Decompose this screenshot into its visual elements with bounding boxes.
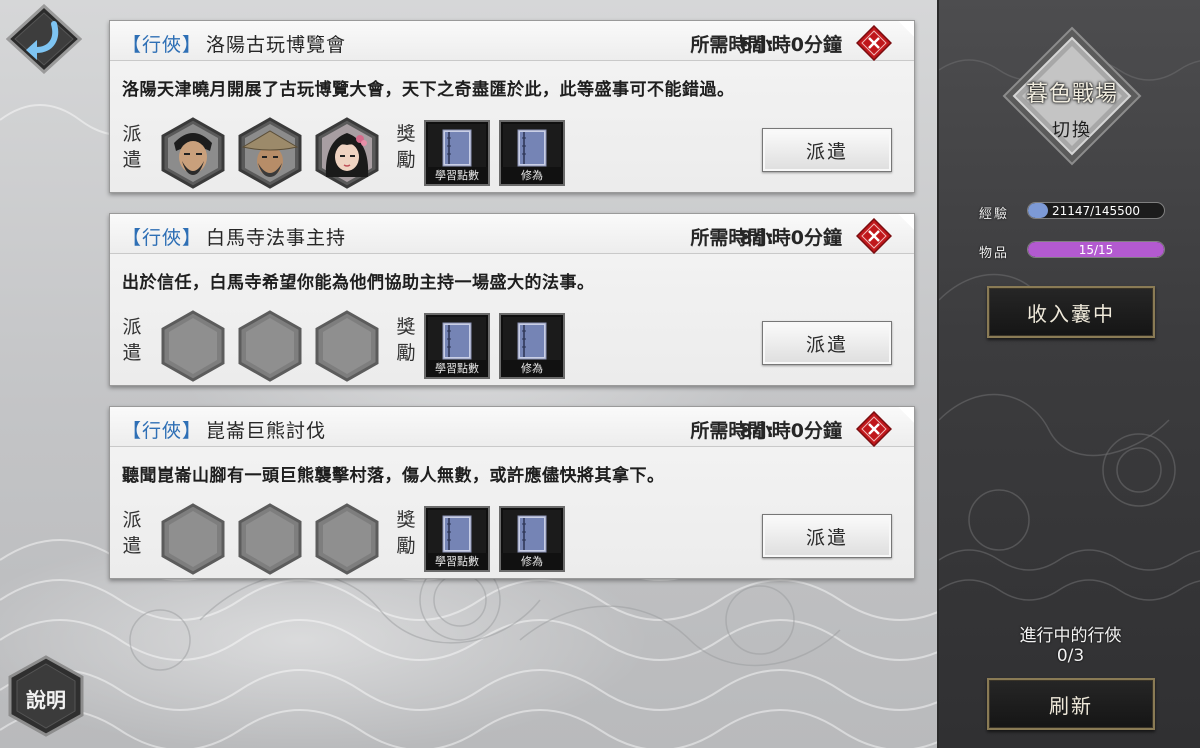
reward-caption: 學習點數 — [426, 167, 488, 184]
quest-card: 【行俠】 白馬寺法事主持 所需時間: 8小時0分鐘 出於信任，白馬寺希望你能為他… — [109, 213, 915, 386]
quest-header: 【行俠】 崑崙巨熊討伐 所需時間: 8小時0分鐘 — [110, 407, 914, 447]
reward-item[interactable]: 學習點數 — [424, 120, 490, 186]
mode-title: 暮色戰場 — [1025, 82, 1118, 107]
dispatch-label: 派遣 — [122, 509, 142, 557]
time-value: 6小時0分鐘 — [739, 34, 842, 56]
quest-title: 崑崙巨熊討伐 — [206, 420, 327, 442]
corner-decoration — [898, 407, 914, 423]
empty-slot[interactable] — [237, 310, 303, 382]
close-button[interactable] — [856, 411, 892, 447]
dispatch-button[interactable]: 派遣 — [762, 514, 892, 558]
empty-slot[interactable] — [160, 310, 226, 382]
reward-label: 獎勵 — [396, 316, 416, 364]
reward-caption: 修為 — [501, 553, 563, 570]
empty-slot[interactable] — [314, 503, 380, 575]
quest-tag: 【行俠】 — [122, 420, 203, 442]
collect-button[interactable]: 收入囊中 — [987, 286, 1155, 338]
reward-caption: 修為 — [501, 167, 563, 184]
empty-slot[interactable] — [314, 310, 380, 382]
help-label: 說明 — [26, 688, 66, 712]
time-value: 8小時0分鐘 — [739, 227, 842, 249]
slot-female-hero[interactable] — [314, 117, 380, 189]
close-button[interactable] — [856, 25, 892, 61]
quest-card: 【行俠】 崑崙巨熊討伐 所需時間: 8小時0分鐘 聽聞崑崙山腳有一頭巨熊襲擊村落… — [109, 406, 915, 579]
items-text: 15/15 — [1078, 243, 1114, 257]
back-button[interactable] — [6, 4, 82, 74]
corner-decoration — [898, 214, 914, 230]
reward-label: 獎勵 — [396, 123, 416, 171]
exp-label: 經驗 — [979, 207, 1010, 222]
dispatch-button[interactable]: 派遣 — [762, 128, 892, 172]
dispatch-label: 派遣 — [122, 123, 142, 171]
slot-straw-hat-elder[interactable] — [237, 117, 303, 189]
quest-card: 【行俠】 洛陽古玩博覽會 所需時間: 6小時0分鐘 洛陽天津曉月開展了古玩博覽大… — [109, 20, 915, 193]
help-button[interactable]: 說明 — [6, 654, 86, 738]
reward-item[interactable]: 修為 — [499, 313, 565, 379]
slot-bearded-swordsman[interactable] — [160, 117, 226, 189]
items-label: 物品 — [979, 246, 1010, 261]
quest-description: 出於信任，白馬寺希望你能為他們協助主持一場盛大的法事。 — [122, 273, 595, 293]
book-icon — [517, 322, 547, 360]
refresh-button[interactable]: 刷新 — [987, 678, 1155, 730]
dispatch-button[interactable]: 派遣 — [762, 321, 892, 365]
quest-description: 聽聞崑崙山腳有一頭巨熊襲擊村落，傷人無數，或許應儘快將其拿下。 — [122, 466, 665, 486]
exp-bar: 21147/145500 — [1027, 202, 1165, 219]
side-panel: 暮色戰場 切換 經驗 21147/145500 物品 15/15 收入囊中 進行… — [937, 0, 1200, 748]
time-value: 8小時0分鐘 — [739, 420, 842, 442]
quest-tag: 【行俠】 — [122, 34, 203, 56]
empty-slot[interactable] — [237, 503, 303, 575]
quest-description: 洛陽天津曉月開展了古玩博覽大會，天下之奇盡匯於此，此等盛事可不能錯過。 — [122, 80, 735, 100]
in-progress-label: 進行中的行俠 — [1019, 626, 1122, 646]
reward-caption: 修為 — [501, 360, 563, 377]
empty-slot[interactable] — [160, 503, 226, 575]
quest-tag: 【行俠】 — [122, 227, 203, 249]
quest-title: 白馬寺法事主持 — [206, 227, 347, 249]
game-screen: 【行俠】 洛陽古玩博覽會 所需時間: 6小時0分鐘 洛陽天津曉月開展了古玩博覽大… — [0, 0, 1200, 748]
reward-caption: 學習點數 — [426, 553, 488, 570]
in-progress-count: 0/3 — [1056, 646, 1085, 666]
mode-switch-button[interactable]: 暮色戰場 切換 — [1002, 26, 1142, 166]
book-icon — [517, 129, 547, 167]
reward-item[interactable]: 修為 — [499, 120, 565, 186]
quest-header: 【行俠】 白馬寺法事主持 所需時間: 8小時0分鐘 — [110, 214, 914, 254]
corner-decoration — [898, 21, 914, 37]
book-icon — [442, 129, 472, 167]
reward-item[interactable]: 學習點數 — [424, 313, 490, 379]
book-icon — [517, 515, 547, 553]
quest-title: 洛陽古玩博覽會 — [206, 34, 347, 56]
mode-switch-label: 切換 — [1052, 120, 1092, 141]
reward-caption: 學習點數 — [426, 360, 488, 377]
reward-item[interactable]: 學習點數 — [424, 506, 490, 572]
close-button[interactable] — [856, 218, 892, 254]
book-icon — [442, 515, 472, 553]
items-bar: 15/15 — [1027, 241, 1165, 258]
quest-header: 【行俠】 洛陽古玩博覽會 所需時間: 6小時0分鐘 — [110, 21, 914, 61]
exp-text: 21147/145500 — [1051, 204, 1141, 218]
reward-label: 獎勵 — [396, 509, 416, 557]
reward-item[interactable]: 修為 — [499, 506, 565, 572]
dispatch-label: 派遣 — [122, 316, 142, 364]
book-icon — [442, 322, 472, 360]
